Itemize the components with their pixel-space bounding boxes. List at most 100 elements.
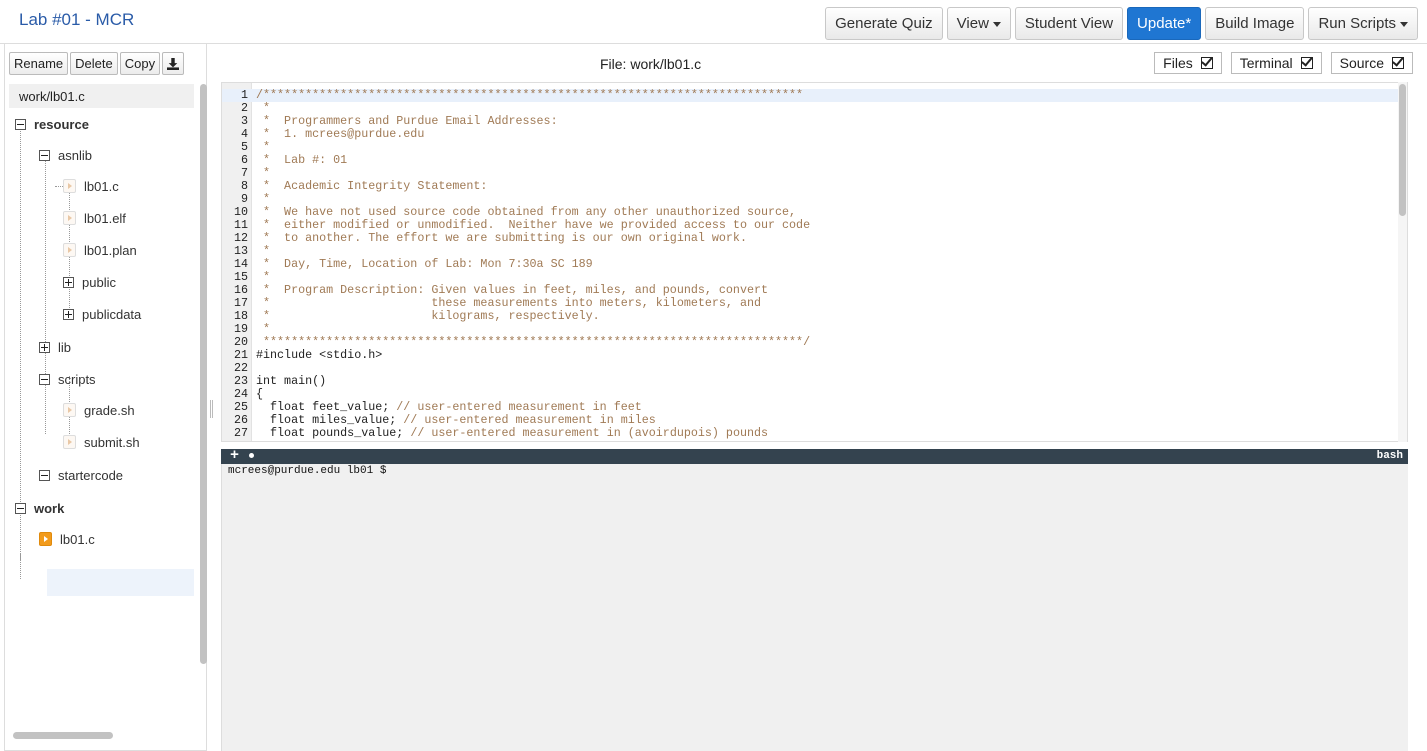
tree-file-label: lb01.plan [84, 242, 137, 258]
tree-folder-startercode[interactable]: startercode [39, 464, 123, 486]
tree-file-lb01-elf[interactable]: lb01.elf [63, 207, 126, 229]
expand-icon[interactable] [39, 341, 50, 353]
terminal-toggle-label: Terminal [1239, 55, 1293, 71]
code-line[interactable]: 6 * Lab #: 01 [222, 154, 1398, 167]
source-toggle[interactable]: Source [1330, 52, 1413, 74]
code-line[interactable]: 14 * Day, Time, Location of Lab: Mon 7:3… [222, 258, 1398, 271]
new-terminal-button[interactable]: + [230, 447, 239, 464]
code-line[interactable]: 12 * to another. The effort we are submi… [222, 232, 1398, 245]
expand-icon[interactable] [63, 276, 74, 288]
file-icon [63, 243, 76, 257]
file-icon [63, 179, 76, 193]
code-line[interactable]: 8 * Academic Integrity Statement: [222, 180, 1398, 193]
tree-file-submit-sh[interactable]: submit.sh [63, 431, 140, 453]
download-button[interactable] [162, 52, 185, 75]
view-dropdown-button[interactable]: View [946, 7, 1011, 40]
tree-file-lb01-plan[interactable]: lb01.plan [63, 239, 137, 261]
editor-vertical-scrollbar[interactable] [1398, 82, 1407, 442]
code-line[interactable]: 5 * [222, 141, 1398, 154]
tree-folder-work[interactable]: work [15, 497, 64, 519]
update-button[interactable]: Update* [1127, 7, 1202, 40]
line-number: 27 [233, 426, 248, 440]
collapse-icon[interactable] [39, 469, 50, 481]
files-toggle[interactable]: Files [1154, 52, 1222, 74]
tree-file-grade-sh[interactable]: grade.sh [63, 399, 135, 421]
tree-file-label: lb01.elf [84, 210, 126, 226]
tree-file-label: grade.sh [84, 402, 135, 418]
expand-icon[interactable] [63, 308, 74, 320]
code-text: * kilograms, respectively. [256, 309, 600, 323]
code-editor[interactable]: 1/**************************************… [221, 82, 1408, 442]
tree-folder-resource[interactable]: resource [15, 113, 89, 135]
code-line[interactable]: 4 * 1. mcrees@purdue.edu [222, 128, 1398, 141]
code-text: * Academic Integrity Statement: [256, 179, 488, 193]
tree-file-work-lb01-c[interactable]: lb01.c [39, 528, 95, 550]
selected-row-highlight [47, 569, 194, 596]
code-text: * 1. mcrees@purdue.edu [256, 127, 425, 141]
file-bar: File: work/lb01.c Files Terminal Source [220, 50, 1420, 78]
files-toggle-label: Files [1163, 55, 1193, 71]
terminal[interactable]: mcrees@purdue.edu lb01 $ [221, 464, 1408, 751]
copy-button[interactable]: Copy [119, 52, 161, 75]
tree-connector [20, 554, 21, 579]
tree-folder-label: resource [34, 116, 89, 132]
terminal-toggle[interactable]: Terminal [1230, 52, 1322, 74]
code-line[interactable]: 27 float pounds_value; // user-entered m… [222, 427, 1398, 440]
top-bar: Lab #01 - MCR Generate Quiz View Student… [0, 0, 1427, 44]
file-icon [63, 435, 76, 449]
app-title: Lab #01 - MCR [19, 10, 135, 29]
student-view-button[interactable]: Student View [1014, 7, 1124, 40]
tree-folder-asnlib[interactable]: asnlib [39, 144, 92, 166]
tree-file-label: lb01.c [84, 178, 119, 194]
collapse-icon[interactable] [15, 118, 26, 130]
collapse-icon[interactable] [39, 149, 50, 161]
caret-down-icon [1400, 22, 1408, 27]
code-line[interactable]: 20 *************************************… [222, 336, 1398, 349]
tree-file-label: submit.sh [84, 434, 140, 450]
tree-folder-label: startercode [58, 467, 124, 483]
panel-resize-handle[interactable] [210, 400, 213, 418]
top-actions: Generate Quiz View Student View Update* … [825, 7, 1418, 40]
tree-current-path: work/lb01.c [9, 84, 194, 108]
code-line[interactable]: 18 * kilograms, respectively. [222, 310, 1398, 323]
rename-button[interactable]: Rename [9, 52, 69, 75]
terminal-shell-name: bash [1376, 450, 1403, 462]
build-image-button[interactable]: Build Image [1205, 7, 1305, 40]
code-line[interactable]: 21 #include <stdio.h> [222, 349, 1398, 362]
tree-connector [20, 121, 21, 560]
collapse-icon[interactable] [39, 373, 50, 385]
code-text: int main() [256, 374, 327, 388]
generate-quiz-button[interactable]: Generate Quiz [825, 7, 943, 40]
code-text: float pounds_value; // user-entered meas… [256, 426, 769, 440]
delete-button[interactable]: Delete [70, 52, 118, 75]
code-line[interactable]: 1/**************************************… [222, 89, 1398, 102]
tree-folder-public[interactable]: public [63, 271, 116, 293]
run-scripts-dropdown-button[interactable]: Run Scripts [1308, 7, 1418, 40]
file-actions: Rename Delete Copy [9, 52, 185, 75]
tree-folder-label: publicdata [82, 306, 142, 322]
terminal-tab-dot-icon[interactable] [249, 453, 254, 458]
file-title: File: work/lb01.c [600, 56, 702, 72]
tree-folder-label: public [82, 274, 116, 290]
code-text: * Day, Time, Location of Lab: Mon 7:30a … [256, 257, 593, 271]
tree-horizontal-scrollbar[interactable] [9, 730, 194, 740]
code-line[interactable]: 23 int main() [222, 375, 1398, 388]
code-text: #include <stdio.h> [256, 348, 383, 362]
scrollbar-thumb[interactable] [200, 84, 207, 664]
tree-vertical-scrollbar[interactable] [199, 84, 208, 704]
code-text: * to another. The effort we are submitti… [256, 231, 747, 245]
tree-folder-scripts[interactable]: scripts [39, 368, 96, 390]
tree-file-lb01-c[interactable]: lb01.c [55, 175, 119, 197]
collapse-icon[interactable] [15, 502, 26, 514]
terminal-prompt: mcrees@purdue.edu lb01 $ [228, 465, 387, 477]
code-text: /***************************************… [256, 88, 804, 102]
source-toggle-label: Source [1339, 55, 1384, 71]
file-icon [63, 211, 76, 225]
tree-folder-publicdata[interactable]: publicdata [63, 303, 141, 325]
scrollbar-thumb[interactable] [13, 732, 113, 739]
scrollbar-thumb[interactable] [1399, 84, 1406, 216]
tree-folder-lib[interactable]: lib [39, 336, 71, 358]
code-line[interactable]: 22 [222, 362, 1398, 375]
tree-folder-label: work [34, 500, 65, 516]
tree-connector [45, 154, 46, 434]
